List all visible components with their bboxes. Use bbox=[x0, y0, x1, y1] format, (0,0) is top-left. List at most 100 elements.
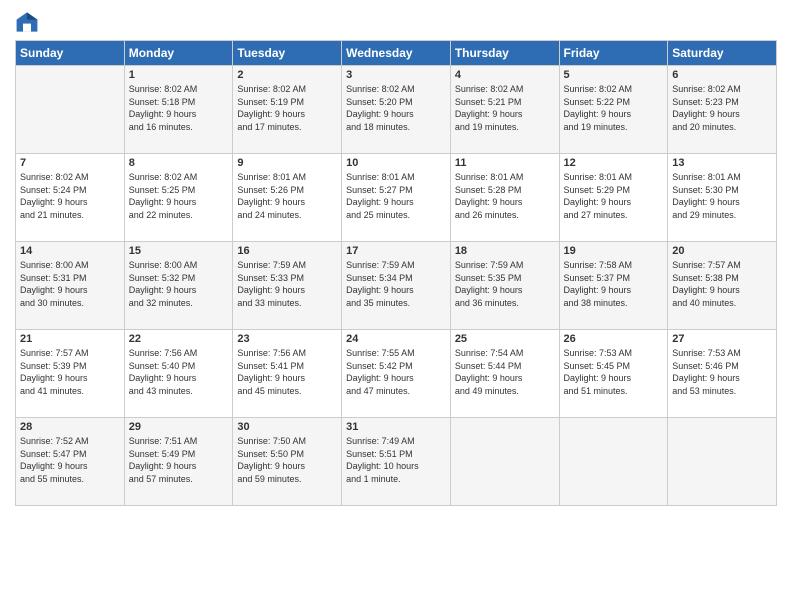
calendar-cell: 28 Sunrise: 7:52 AM Sunset: 5:47 PM Dayli… bbox=[16, 418, 125, 506]
day-number: 25 bbox=[455, 333, 555, 345]
day-info: Sunrise: 8:01 AM Sunset: 5:30 PM Dayligh… bbox=[672, 171, 772, 221]
day-info: Sunrise: 7:50 AM Sunset: 5:50 PM Dayligh… bbox=[237, 435, 337, 485]
logo-icon bbox=[15, 10, 39, 34]
calendar-cell: 19 Sunrise: 7:58 AM Sunset: 5:37 PM Dayli… bbox=[559, 242, 668, 330]
day-number: 24 bbox=[346, 333, 446, 345]
calendar-cell: 21 Sunrise: 7:57 AM Sunset: 5:39 PM Dayli… bbox=[16, 330, 125, 418]
calendar-cell: 23 Sunrise: 7:56 AM Sunset: 5:41 PM Dayli… bbox=[233, 330, 342, 418]
day-info: Sunrise: 7:58 AM Sunset: 5:37 PM Dayligh… bbox=[564, 259, 664, 309]
day-number: 14 bbox=[20, 245, 120, 257]
day-number: 19 bbox=[564, 245, 664, 257]
day-number: 23 bbox=[237, 333, 337, 345]
day-number: 8 bbox=[129, 157, 229, 169]
calendar-day-header: Sunday bbox=[16, 41, 125, 66]
header bbox=[15, 10, 777, 34]
calendar-cell bbox=[668, 418, 777, 506]
calendar-cell: 8 Sunrise: 8:02 AM Sunset: 5:25 PM Daylig… bbox=[124, 154, 233, 242]
calendar-cell: 15 Sunrise: 8:00 AM Sunset: 5:32 PM Dayli… bbox=[124, 242, 233, 330]
day-number: 4 bbox=[455, 69, 555, 81]
day-number: 13 bbox=[672, 157, 772, 169]
calendar-cell: 1 Sunrise: 8:02 AM Sunset: 5:18 PM Daylig… bbox=[124, 66, 233, 154]
day-number: 26 bbox=[564, 333, 664, 345]
calendar-cell: 17Sunrise: 7:59 AM Sunset: 5:34 PM Dayli… bbox=[342, 242, 451, 330]
calendar-cell: 27 Sunrise: 7:53 AM Sunset: 5:46 PM Dayli… bbox=[668, 330, 777, 418]
calendar-cell: 11 Sunrise: 8:01 AM Sunset: 5:28 PM Dayli… bbox=[450, 154, 559, 242]
day-number: 28 bbox=[20, 421, 120, 433]
day-number: 18 bbox=[455, 245, 555, 257]
calendar-cell: 29Sunrise: 7:51 AM Sunset: 5:49 PM Dayli… bbox=[124, 418, 233, 506]
day-number: 17 bbox=[346, 245, 446, 257]
day-number: 11 bbox=[455, 157, 555, 169]
calendar-cell: 20 Sunrise: 7:57 AM Sunset: 5:38 PM Dayli… bbox=[668, 242, 777, 330]
calendar-day-header: Wednesday bbox=[342, 41, 451, 66]
day-number: 22 bbox=[129, 333, 229, 345]
day-info: Sunrise: 7:57 AM Sunset: 5:39 PM Dayligh… bbox=[20, 347, 120, 397]
calendar-table: SundayMondayTuesdayWednesdayThursdayFrid… bbox=[15, 40, 777, 506]
day-number: 3 bbox=[346, 69, 446, 81]
calendar-cell: 3 Sunrise: 8:02 AM Sunset: 5:20 PM Daylig… bbox=[342, 66, 451, 154]
day-number: 21 bbox=[20, 333, 120, 345]
day-info: Sunrise: 8:02 AM Sunset: 5:23 PM Dayligh… bbox=[672, 83, 772, 133]
day-info: Sunrise: 7:49 AM Sunset: 5:51 PM Dayligh… bbox=[346, 435, 446, 485]
calendar-cell: 7 Sunrise: 8:02 AM Sunset: 5:24 PM Daylig… bbox=[16, 154, 125, 242]
calendar-cell: 22 Sunrise: 7:56 AM Sunset: 5:40 PM Dayli… bbox=[124, 330, 233, 418]
calendar-cell: 4 Sunrise: 8:02 AM Sunset: 5:21 PM Daylig… bbox=[450, 66, 559, 154]
day-info: Sunrise: 7:53 AM Sunset: 5:45 PM Dayligh… bbox=[564, 347, 664, 397]
calendar-cell bbox=[16, 66, 125, 154]
day-info: Sunrise: 8:02 AM Sunset: 5:18 PM Dayligh… bbox=[129, 83, 229, 133]
calendar-cell: 10Sunrise: 8:01 AM Sunset: 5:27 PM Dayli… bbox=[342, 154, 451, 242]
day-number: 7 bbox=[20, 157, 120, 169]
day-number: 9 bbox=[237, 157, 337, 169]
calendar-cell: 26 Sunrise: 7:53 AM Sunset: 5:45 PM Dayli… bbox=[559, 330, 668, 418]
calendar-week-row: 7 Sunrise: 8:02 AM Sunset: 5:24 PM Daylig… bbox=[16, 154, 777, 242]
day-number: 27 bbox=[672, 333, 772, 345]
calendar-cell: 18 Sunrise: 7:59 AM Sunset: 5:35 PM Dayli… bbox=[450, 242, 559, 330]
main-container: SundayMondayTuesdayWednesdayThursdayFrid… bbox=[0, 0, 792, 516]
calendar-cell: 12Sunrise: 8:01 AM Sunset: 5:29 PM Dayli… bbox=[559, 154, 668, 242]
day-info: Sunrise: 8:01 AM Sunset: 5:28 PM Dayligh… bbox=[455, 171, 555, 221]
day-number: 5 bbox=[564, 69, 664, 81]
day-info: Sunrise: 7:55 AM Sunset: 5:42 PM Dayligh… bbox=[346, 347, 446, 397]
calendar-cell bbox=[559, 418, 668, 506]
calendar-day-header: Monday bbox=[124, 41, 233, 66]
day-info: Sunrise: 8:02 AM Sunset: 5:25 PM Dayligh… bbox=[129, 171, 229, 221]
day-number: 2 bbox=[237, 69, 337, 81]
calendar-cell: 2Sunrise: 8:02 AM Sunset: 5:19 PM Daylig… bbox=[233, 66, 342, 154]
calendar-cell: 24 Sunrise: 7:55 AM Sunset: 5:42 PM Dayli… bbox=[342, 330, 451, 418]
calendar-cell: 31Sunrise: 7:49 AM Sunset: 5:51 PM Dayli… bbox=[342, 418, 451, 506]
calendar-week-row: 14Sunrise: 8:00 AM Sunset: 5:31 PM Dayli… bbox=[16, 242, 777, 330]
day-info: Sunrise: 7:56 AM Sunset: 5:40 PM Dayligh… bbox=[129, 347, 229, 397]
calendar-cell: 5Sunrise: 8:02 AM Sunset: 5:22 PM Daylig… bbox=[559, 66, 668, 154]
day-info: Sunrise: 8:02 AM Sunset: 5:21 PM Dayligh… bbox=[455, 83, 555, 133]
day-number: 6 bbox=[672, 69, 772, 81]
calendar-cell bbox=[450, 418, 559, 506]
day-info: Sunrise: 7:56 AM Sunset: 5:41 PM Dayligh… bbox=[237, 347, 337, 397]
calendar-day-header: Saturday bbox=[668, 41, 777, 66]
calendar-cell: 13 Sunrise: 8:01 AM Sunset: 5:30 PM Dayli… bbox=[668, 154, 777, 242]
day-number: 16 bbox=[237, 245, 337, 257]
day-number: 15 bbox=[129, 245, 229, 257]
day-info: Sunrise: 7:59 AM Sunset: 5:35 PM Dayligh… bbox=[455, 259, 555, 309]
day-info: Sunrise: 8:02 AM Sunset: 5:20 PM Dayligh… bbox=[346, 83, 446, 133]
calendar-header-row: SundayMondayTuesdayWednesdayThursdayFrid… bbox=[16, 41, 777, 66]
day-info: Sunrise: 8:00 AM Sunset: 5:32 PM Dayligh… bbox=[129, 259, 229, 309]
calendar-week-row: 1 Sunrise: 8:02 AM Sunset: 5:18 PM Daylig… bbox=[16, 66, 777, 154]
calendar-day-header: Thursday bbox=[450, 41, 559, 66]
calendar-week-row: 21 Sunrise: 7:57 AM Sunset: 5:39 PM Dayli… bbox=[16, 330, 777, 418]
day-number: 1 bbox=[129, 69, 229, 81]
day-info: Sunrise: 7:53 AM Sunset: 5:46 PM Dayligh… bbox=[672, 347, 772, 397]
day-info: Sunrise: 8:02 AM Sunset: 5:24 PM Dayligh… bbox=[20, 171, 120, 221]
day-info: Sunrise: 7:52 AM Sunset: 5:47 PM Dayligh… bbox=[20, 435, 120, 485]
calendar-cell: 14Sunrise: 8:00 AM Sunset: 5:31 PM Dayli… bbox=[16, 242, 125, 330]
day-number: 20 bbox=[672, 245, 772, 257]
calendar-cell: 30Sunrise: 7:50 AM Sunset: 5:50 PM Dayli… bbox=[233, 418, 342, 506]
day-info: Sunrise: 7:51 AM Sunset: 5:49 PM Dayligh… bbox=[129, 435, 229, 485]
logo bbox=[15, 10, 43, 34]
day-info: Sunrise: 7:57 AM Sunset: 5:38 PM Dayligh… bbox=[672, 259, 772, 309]
calendar-day-header: Friday bbox=[559, 41, 668, 66]
calendar-cell: 6 Sunrise: 8:02 AM Sunset: 5:23 PM Daylig… bbox=[668, 66, 777, 154]
calendar-day-header: Tuesday bbox=[233, 41, 342, 66]
day-info: Sunrise: 8:01 AM Sunset: 5:29 PM Dayligh… bbox=[564, 171, 664, 221]
calendar-cell: 25 Sunrise: 7:54 AM Sunset: 5:44 PM Dayli… bbox=[450, 330, 559, 418]
day-info: Sunrise: 7:54 AM Sunset: 5:44 PM Dayligh… bbox=[455, 347, 555, 397]
